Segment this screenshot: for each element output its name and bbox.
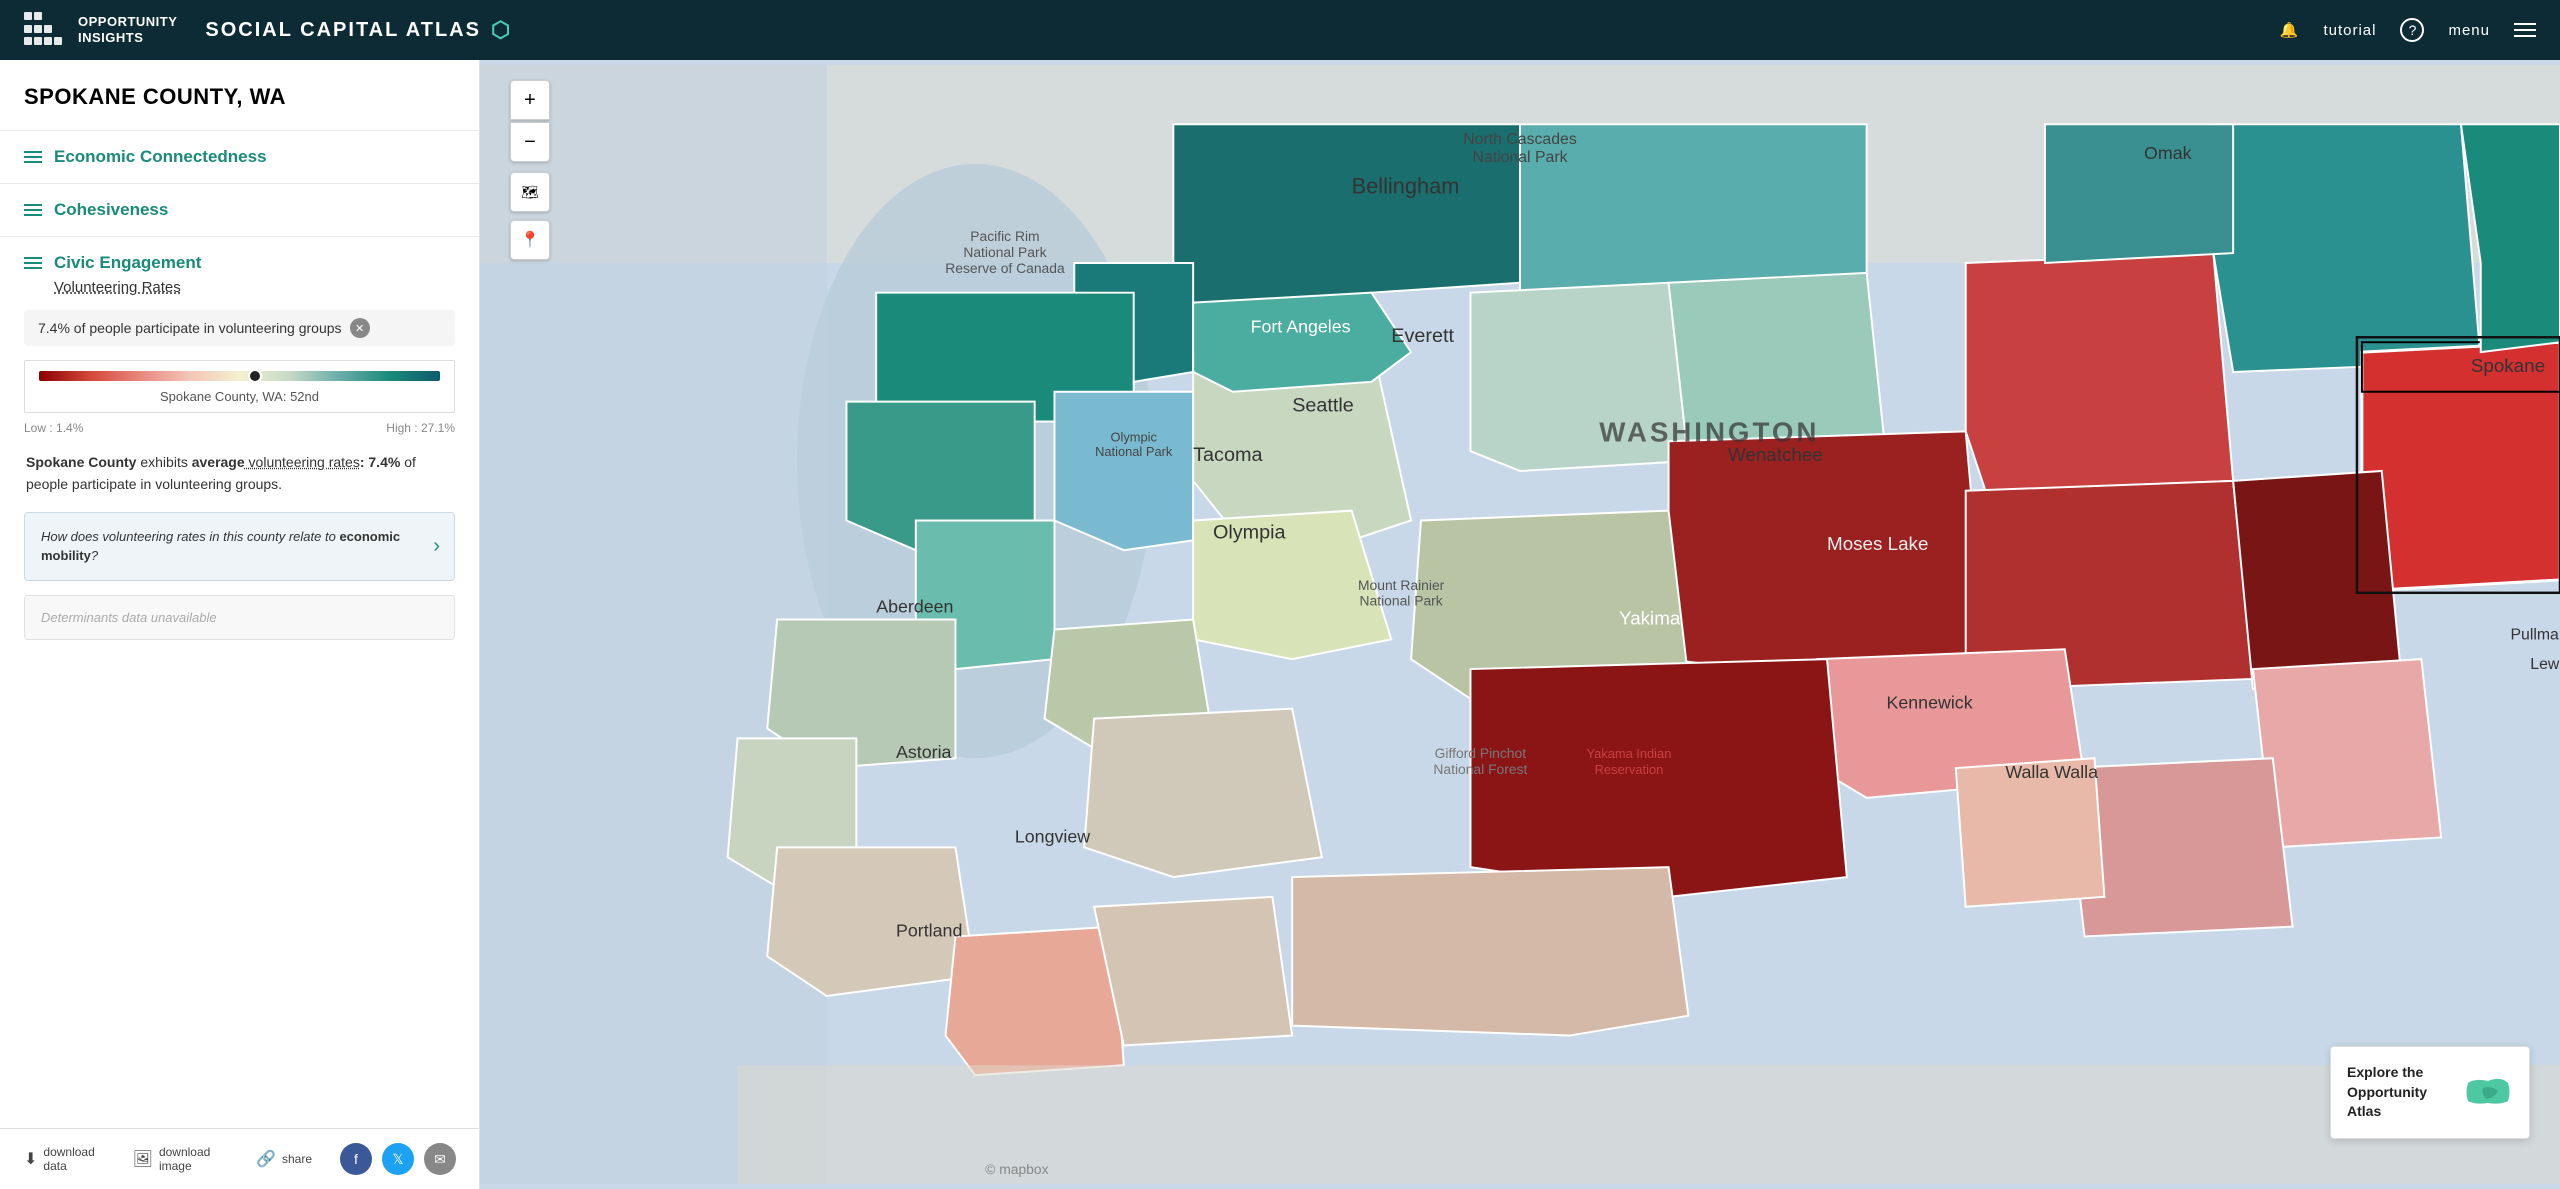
svg-text:Seattle: Seattle (1292, 395, 1354, 417)
svg-text:National Forest: National Forest (1433, 761, 1527, 777)
network-icon: ⬡ (491, 17, 512, 43)
section-icon-cohesiveness (24, 204, 42, 216)
svg-text:Moses Lake: Moses Lake (1827, 533, 1928, 554)
download-image-button[interactable]: 🖼 download image (133, 1145, 236, 1173)
svg-text:© mapbox: © mapbox (985, 1161, 1048, 1177)
stat-text: 7.4% of people participate in volunteeri… (38, 320, 342, 336)
svg-text:National Park: National Park (1095, 444, 1173, 459)
slider-track (39, 371, 440, 381)
svg-text:Pacific Rim: Pacific Rim (970, 228, 1039, 244)
unavailable-box: Determinants data unavailable (24, 595, 455, 640)
sidebar-item-cohesiveness[interactable]: Cohesiveness (0, 183, 479, 236)
info-box-text: How does volunteering rates in this coun… (41, 527, 423, 566)
twitter-button[interactable]: 𝕏 (382, 1143, 414, 1175)
explore-map-icon (2463, 1073, 2513, 1113)
help-button[interactable]: ? (2400, 18, 2424, 42)
menu-icon[interactable] (2514, 23, 2536, 37)
header: OPPORTUNITY INSIGHTS SOCIAL CAPITAL ATLA… (0, 0, 2560, 60)
close-badge-button[interactable]: ✕ (350, 318, 370, 338)
svg-text:Olympia: Olympia (1213, 521, 1287, 543)
logo-text: OPPORTUNITY INSIGHTS (78, 14, 177, 45)
svg-text:Wenatchee: Wenatchee (1728, 444, 1823, 465)
chevron-right-icon: › (433, 535, 440, 558)
header-right: 🔔 tutorial ? menu (2280, 18, 2536, 42)
svg-text:North Cascades: North Cascades (1463, 131, 1577, 148)
map-container: Bellingham North Cascades National Park … (480, 60, 2560, 1189)
download-data-button[interactable]: ⬇ download data (24, 1145, 113, 1173)
svg-text:Bellingham: Bellingham (1352, 174, 1460, 199)
economic-label: Economic Connectedness (54, 147, 267, 167)
tutorial-link[interactable]: tutorial (2323, 22, 2376, 39)
section-icon-economic (24, 151, 42, 163)
sidebar: SPOKANE COUNTY, WA Economic Connectednes… (0, 60, 480, 1189)
email-button[interactable]: ✉ (424, 1143, 456, 1175)
description-text: Spokane County exhibits average voluntee… (24, 451, 455, 496)
svg-text:Olympic: Olympic (1110, 429, 1157, 444)
civic-header[interactable]: Civic Engagement (24, 253, 455, 273)
share-icon: 🔗 (256, 1149, 276, 1169)
share-button[interactable]: 🔗 share (256, 1149, 312, 1169)
facebook-button[interactable]: f (340, 1143, 372, 1175)
logo-icon (24, 12, 68, 48)
sidebar-item-economic[interactable]: Economic Connectedness (0, 130, 479, 183)
svg-text:Reserve of Canada: Reserve of Canada (945, 260, 1065, 276)
zoom-in-button[interactable]: + (510, 80, 550, 120)
download-data-icon: ⬇ (24, 1149, 37, 1169)
bell-icon[interactable]: 🔔 (2280, 21, 2300, 39)
map-controls: + − 🗺 📍 (510, 80, 550, 260)
info-box[interactable]: How does volunteering rates in this coun… (24, 512, 455, 581)
logo[interactable]: OPPORTUNITY INSIGHTS (24, 12, 177, 48)
svg-text:Pullman: Pullman (2510, 626, 2560, 643)
svg-text:Tacoma: Tacoma (1193, 444, 1263, 466)
slider-high: High : 27.1% (386, 421, 455, 435)
map-svg: Bellingham North Cascades National Park … (480, 60, 2560, 1189)
slider-low: Low : 1.4% (24, 421, 83, 435)
svg-text:Kennewick: Kennewick (1886, 693, 1972, 713)
slider-thumb[interactable] (248, 369, 262, 383)
header-title: SOCIAL CAPITAL ATLAS ⬡ (205, 17, 512, 43)
stat-badge: 7.4% of people participate in volunteeri… (24, 310, 455, 346)
sidebar-item-civic: Civic Engagement Volunteering Rates 7.4%… (0, 236, 479, 656)
county-title: SPOKANE COUNTY, WA (0, 84, 479, 130)
section-icon-civic (24, 257, 42, 269)
us-view-button[interactable]: 🗺 (510, 172, 550, 212)
svg-text:Reservation: Reservation (1595, 762, 1664, 777)
svg-text:Astoria: Astoria (896, 742, 952, 762)
volunteering-rates-link[interactable]: Volunteering Rates (54, 279, 455, 296)
location-button[interactable]: 📍 (510, 220, 550, 260)
svg-text:Yakima: Yakima (1619, 608, 1681, 629)
svg-text:Lew...: Lew... (2530, 656, 2560, 673)
svg-text:Portland: Portland (896, 921, 962, 941)
svg-text:WASHINGTON: WASHINGTON (1599, 416, 1819, 447)
svg-text:Mount Rainier: Mount Rainier (1358, 577, 1445, 593)
explore-title: Explore the Opportunity Atlas (2347, 1063, 2451, 1122)
svg-text:Omak: Omak (2144, 143, 2192, 163)
slider-range: Low : 1.4% High : 27.1% (24, 421, 455, 435)
map-background[interactable]: Bellingham North Cascades National Park … (480, 60, 2560, 1189)
civic-title: Civic Engagement (54, 253, 201, 273)
svg-text:Spokane: Spokane (2471, 355, 2545, 376)
svg-text:National Park: National Park (1360, 593, 1443, 609)
svg-text:Walla Walla: Walla Walla (2005, 762, 2098, 782)
social-icons: f 𝕏 ✉ (340, 1143, 456, 1175)
download-bar: ⬇ download data 🖼 download image 🔗 share… (0, 1128, 480, 1189)
menu-label[interactable]: menu (2448, 22, 2490, 39)
svg-text:Everett: Everett (1391, 325, 1454, 347)
svg-text:Fort Angeles: Fort Angeles (1251, 316, 1351, 336)
svg-text:Longview: Longview (1015, 826, 1090, 846)
svg-text:National Park: National Park (963, 244, 1046, 260)
cohesiveness-label: Cohesiveness (54, 200, 168, 220)
svg-text:National Park: National Park (1472, 149, 1567, 166)
download-image-icon: 🖼 (133, 1149, 153, 1169)
slider-container[interactable]: Spokane County, WA: 52nd (24, 360, 455, 413)
svg-text:Aberdeen: Aberdeen (876, 597, 953, 617)
main-content: SPOKANE COUNTY, WA Economic Connectednes… (0, 60, 2560, 1189)
explore-opportunity-atlas-box[interactable]: Explore the Opportunity Atlas (2330, 1046, 2530, 1139)
slider-label: Spokane County, WA: 52nd (39, 389, 440, 404)
svg-text:Yakama Indian: Yakama Indian (1587, 746, 1672, 761)
zoom-out-button[interactable]: − (510, 122, 550, 162)
svg-text:Gifford Pinchot: Gifford Pinchot (1435, 745, 1527, 761)
